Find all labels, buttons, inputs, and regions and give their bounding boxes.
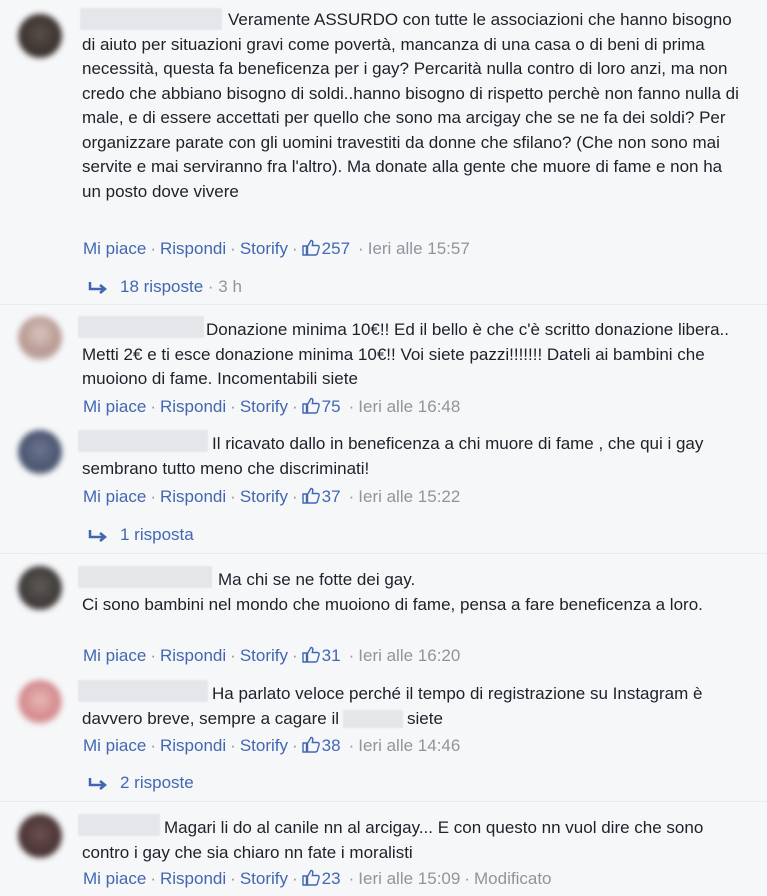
reply-link[interactable]: Rispondi: [160, 239, 226, 258]
like-count[interactable]: 38: [322, 736, 341, 755]
comment-body: Il ricavato dallo in beneficenza a chi m…: [82, 434, 704, 478]
storify-link[interactable]: Storify: [240, 239, 288, 258]
like-link[interactable]: Mi piace: [83, 487, 146, 506]
replies-link[interactable]: 1 risposta: [88, 524, 194, 546]
divider: [0, 553, 767, 554]
thumbs-up-icon[interactable]: [301, 868, 320, 886]
replies-count[interactable]: 1 risposta: [120, 525, 194, 544]
timestamp[interactable]: Ieri alle 16:20: [358, 646, 460, 665]
comment-body: Donazione minima 10€!! Ed il bello è che…: [82, 320, 729, 388]
thumbs-up-icon[interactable]: [301, 645, 320, 663]
storify-link[interactable]: Storify: [240, 397, 288, 416]
comment-text: Veramente ASSURDO con tutte le associazi…: [82, 8, 742, 204]
comment-body: Veramente ASSURDO con tutte le associazi…: [82, 10, 739, 201]
divider: [0, 801, 767, 802]
like-count[interactable]: 23: [322, 869, 341, 888]
like-link[interactable]: Mi piace: [83, 239, 146, 258]
avatar[interactable]: [18, 430, 62, 474]
reply-arrow-icon: [88, 777, 108, 790]
avatar[interactable]: [18, 814, 62, 858]
replies-link[interactable]: 18 risposte · 3 h: [88, 276, 242, 298]
thumbs-up-icon[interactable]: [301, 486, 320, 504]
like-link[interactable]: Mi piace: [83, 646, 146, 665]
like-count[interactable]: 37: [322, 487, 341, 506]
reply-arrow-icon: [88, 529, 108, 542]
like-count[interactable]: 75: [322, 397, 341, 416]
comment-body: Ci sono bambini nel mondo che muoiono di…: [82, 594, 703, 614]
thumbs-up-icon[interactable]: [301, 396, 320, 414]
reply-link[interactable]: Rispondi: [160, 487, 226, 506]
timestamp[interactable]: Ieri alle 14:46: [358, 736, 460, 755]
thumbs-up-icon[interactable]: [301, 238, 320, 256]
reply-arrow-icon: [88, 281, 108, 294]
reply-link[interactable]: Rispondi: [160, 736, 226, 755]
comment-text: Ma chi se ne fotte dei gay. Ci sono bamb…: [82, 568, 742, 617]
storify-link[interactable]: Storify: [240, 487, 288, 506]
like-link[interactable]: Mi piace: [83, 397, 146, 416]
replies-count[interactable]: 18 risposte: [120, 277, 203, 296]
storify-link[interactable]: Storify: [240, 869, 288, 888]
edited-label[interactable]: Modificato: [474, 869, 551, 888]
comment-actions: Mi piace · Rispondi · Storify · 257 · Ieri alle …: [83, 238, 470, 258]
timestamp[interactable]: Ieri alle 16:48: [358, 397, 460, 416]
timestamp[interactable]: Ieri alle 15:57: [368, 239, 470, 258]
replies-link[interactable]: 2 risposte: [88, 772, 194, 794]
like-link[interactable]: Mi piace: [83, 869, 146, 888]
comment-actions: Mi piace · Rispondi · Storify · 38 · Ieri alle 1…: [83, 735, 461, 755]
comment-actions: Mi piace · Rispondi · Storify · 75 · Ieri alle 1…: [83, 396, 461, 416]
like-count[interactable]: 31: [322, 646, 341, 665]
comment-body: Magari li do al canile nn al arcigay... …: [82, 818, 704, 862]
thumbs-up-icon[interactable]: [301, 735, 320, 753]
reply-link[interactable]: Rispondi: [160, 646, 226, 665]
comment-text: Il ricavato dallo in beneficenza a chi m…: [82, 432, 742, 481]
timestamp[interactable]: Ieri alle 15:22: [358, 487, 460, 506]
comment-body-end: siete: [407, 708, 443, 728]
reply-link[interactable]: Rispondi: [160, 869, 226, 888]
comment-text: Ha parlato veloce perché il tempo di reg…: [82, 682, 742, 731]
comment-text: Magari li do al canile nn al arcigay... …: [82, 816, 742, 865]
avatar[interactable]: [18, 316, 62, 360]
comment-actions: Mi piace · Rispondi · Storify · 37 · Ieri alle 1…: [83, 486, 461, 506]
avatar[interactable]: [18, 680, 62, 724]
replies-count[interactable]: 2 risposte: [120, 773, 194, 792]
redacted-word: [343, 710, 404, 729]
comment-actions: Mi piace · Rispondi · Storify · 23 · Ieri alle 1…: [83, 868, 552, 888]
timestamp[interactable]: Ieri alle 15:09: [358, 869, 460, 888]
comment-text: Donazione minima 10€!! Ed il bello è che…: [82, 318, 742, 392]
storify-link[interactable]: Storify: [240, 646, 288, 665]
storify-link[interactable]: Storify: [240, 736, 288, 755]
like-link[interactable]: Mi piace: [83, 736, 146, 755]
comment-actions: Mi piace · Rispondi · Storify · 31 · Ieri alle 1…: [83, 645, 461, 665]
divider: [0, 304, 767, 305]
avatar[interactable]: [18, 566, 62, 610]
avatar[interactable]: [18, 14, 62, 58]
like-count[interactable]: 257: [322, 239, 350, 258]
replies-ago: 3 h: [218, 277, 242, 296]
comment-line-1: Ma chi se ne fotte dei gay.: [218, 570, 416, 589]
reply-link[interactable]: Rispondi: [160, 397, 226, 416]
